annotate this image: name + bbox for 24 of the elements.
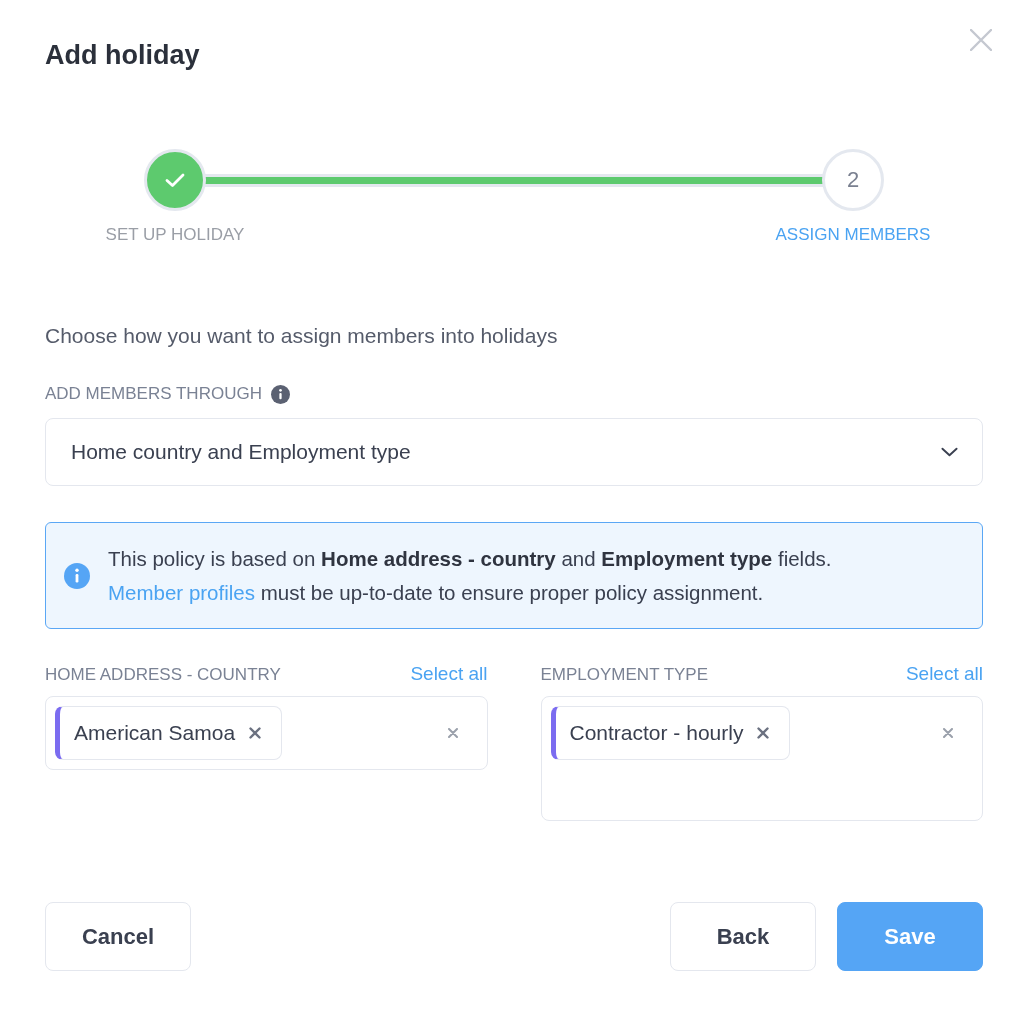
- check-icon: [165, 172, 185, 188]
- info-icon: [64, 562, 90, 589]
- field-label: EMPLOYMENT TYPE: [540, 665, 709, 685]
- field-label: HOME ADDRESS - COUNTRY: [45, 665, 281, 685]
- multi-select-field[interactable]: Contractor - hourly: [540, 696, 983, 821]
- prompt-text: Choose how you want to assign members into holidays: [45, 323, 559, 349]
- field-label: ADD MEMBERS THROUGH: [45, 384, 262, 404]
- chip-label: American Samoa: [74, 721, 236, 745]
- action-button[interactable]: Cancel: [45, 902, 191, 971]
- step-label: ASSIGN MEMBERS: [775, 225, 931, 245]
- info-icon[interactable]: [270, 384, 290, 404]
- dropdown-select[interactable]: Home country and Employment type: [45, 418, 983, 486]
- chevron-down-icon: [941, 447, 958, 457]
- step-number: 2: [822, 149, 884, 211]
- multi-select-field[interactable]: American Samoa: [45, 696, 488, 770]
- step-label: SET UP HOLIDAY: [105, 225, 245, 245]
- remove-icon[interactable]: [757, 727, 770, 739]
- action-button[interactable]: Back: [670, 902, 816, 971]
- remove-icon[interactable]: [249, 727, 262, 739]
- notice-text: This policy is based on Home address - country and Employment type fields. Member profiles must be up-to-date to ensure proper policy assignment.: [108, 545, 832, 606]
- clear-icon[interactable]: [447, 728, 458, 738]
- clear-icon[interactable]: [943, 728, 953, 738]
- dialog-title: Add holiday: [45, 39, 200, 72]
- chip-label: Contractor - hourly: [569, 721, 744, 745]
